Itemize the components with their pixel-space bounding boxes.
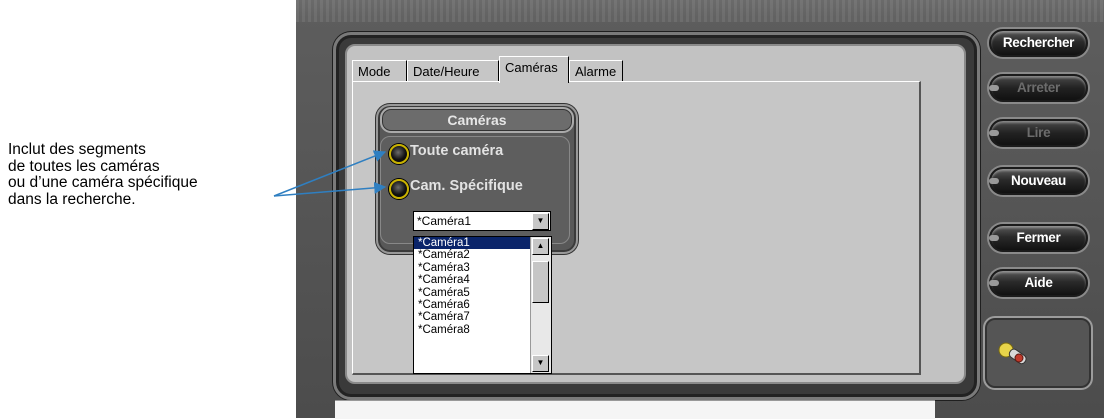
tab-cameras[interactable]: Caméras	[499, 56, 569, 83]
arrow-to-all-cameras	[273, 150, 387, 197]
arrow-to-specific-camera	[273, 181, 387, 197]
